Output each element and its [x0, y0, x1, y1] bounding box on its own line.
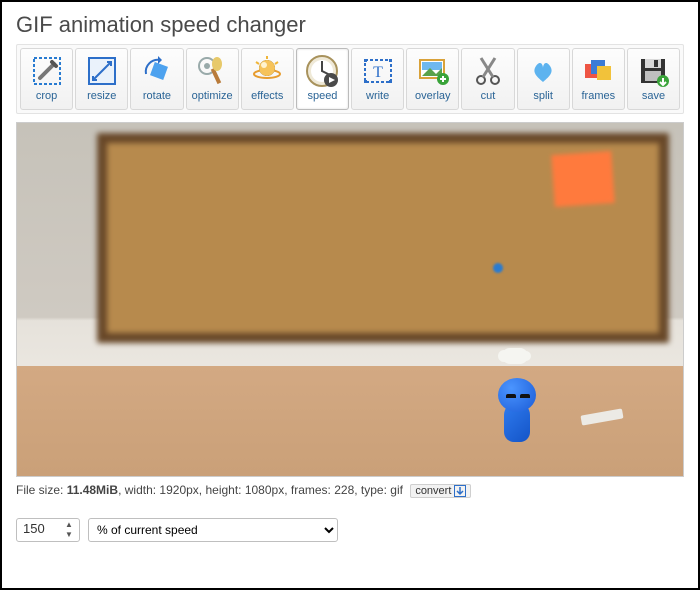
frames-value: 228 [334, 483, 354, 497]
split-label: split [533, 91, 553, 102]
save-icon [635, 53, 671, 89]
frames-label: , frames: [284, 483, 334, 497]
preview-sticky-note [551, 151, 614, 207]
split-button[interactable]: split [517, 48, 570, 110]
preview-blue-figure [496, 374, 538, 442]
filesize-value: 11.48MiB [67, 483, 118, 497]
save-button[interactable]: save [627, 48, 680, 110]
type-label: , type: [354, 483, 390, 497]
app-frame: GIF animation speed changer crop [0, 0, 700, 590]
file-metadata: File size: 11.48MiB, width: 1920px, heig… [16, 483, 684, 498]
preview-pin [493, 263, 503, 273]
speed-button[interactable]: speed [296, 48, 349, 110]
overlay-button[interactable]: overlay [406, 48, 459, 110]
rotate-button[interactable]: rotate [130, 48, 183, 110]
filesize-label: File size: [16, 483, 67, 497]
crop-icon [29, 53, 65, 89]
write-icon: T [360, 53, 396, 89]
convert-button[interactable]: convert [410, 484, 471, 498]
spinner-down-icon[interactable]: ▼ [65, 531, 77, 539]
height-label: , height: [199, 483, 245, 497]
cut-label: cut [481, 91, 496, 102]
crop-label: crop [36, 91, 57, 102]
rotate-icon [139, 53, 175, 89]
resize-button[interactable]: resize [75, 48, 128, 110]
resize-icon [84, 53, 120, 89]
speed-unit-select[interactable]: % of current speed [88, 518, 338, 542]
optimize-button[interactable]: optimize [186, 48, 239, 110]
frames-button[interactable]: frames [572, 48, 625, 110]
type-value: gif [390, 483, 403, 497]
frames-label: frames [581, 91, 615, 102]
number-spinner[interactable]: ▲ ▼ [65, 521, 77, 539]
speed-value-text: 150 [23, 521, 45, 536]
speed-value-input[interactable]: 150 ▲ ▼ [16, 518, 80, 542]
cut-icon [470, 53, 506, 89]
rotate-label: rotate [143, 91, 171, 102]
save-label: save [642, 91, 665, 102]
split-icon [525, 53, 561, 89]
convert-label: convert [415, 485, 451, 497]
overlay-icon [415, 53, 451, 89]
svg-text:T: T [373, 64, 383, 81]
resize-label: resize [87, 91, 116, 102]
speed-label: speed [307, 91, 337, 102]
cut-button[interactable]: cut [461, 48, 514, 110]
toolbar: crop resize rotate [16, 44, 684, 114]
effects-label: effects [251, 91, 283, 102]
optimize-icon [194, 53, 230, 89]
crop-button[interactable]: crop [20, 48, 73, 110]
effects-button[interactable]: effects [241, 48, 294, 110]
width-label: , width: [118, 483, 159, 497]
gif-preview [16, 122, 684, 477]
speed-icon [304, 53, 340, 89]
width-value: 1920px [159, 483, 198, 497]
write-button[interactable]: T write [351, 48, 404, 110]
preview-thought-cloud [502, 348, 528, 364]
frames-icon [580, 53, 616, 89]
overlay-label: overlay [415, 91, 450, 102]
height-value: 1080px [245, 483, 284, 497]
optimize-label: optimize [192, 91, 233, 102]
page-title: GIF animation speed changer [16, 12, 684, 38]
write-label: write [366, 91, 389, 102]
spinner-up-icon[interactable]: ▲ [65, 521, 77, 529]
download-arrow-icon [454, 485, 466, 497]
effects-icon [249, 53, 285, 89]
speed-controls: 150 ▲ ▼ % of current speed [16, 518, 684, 542]
